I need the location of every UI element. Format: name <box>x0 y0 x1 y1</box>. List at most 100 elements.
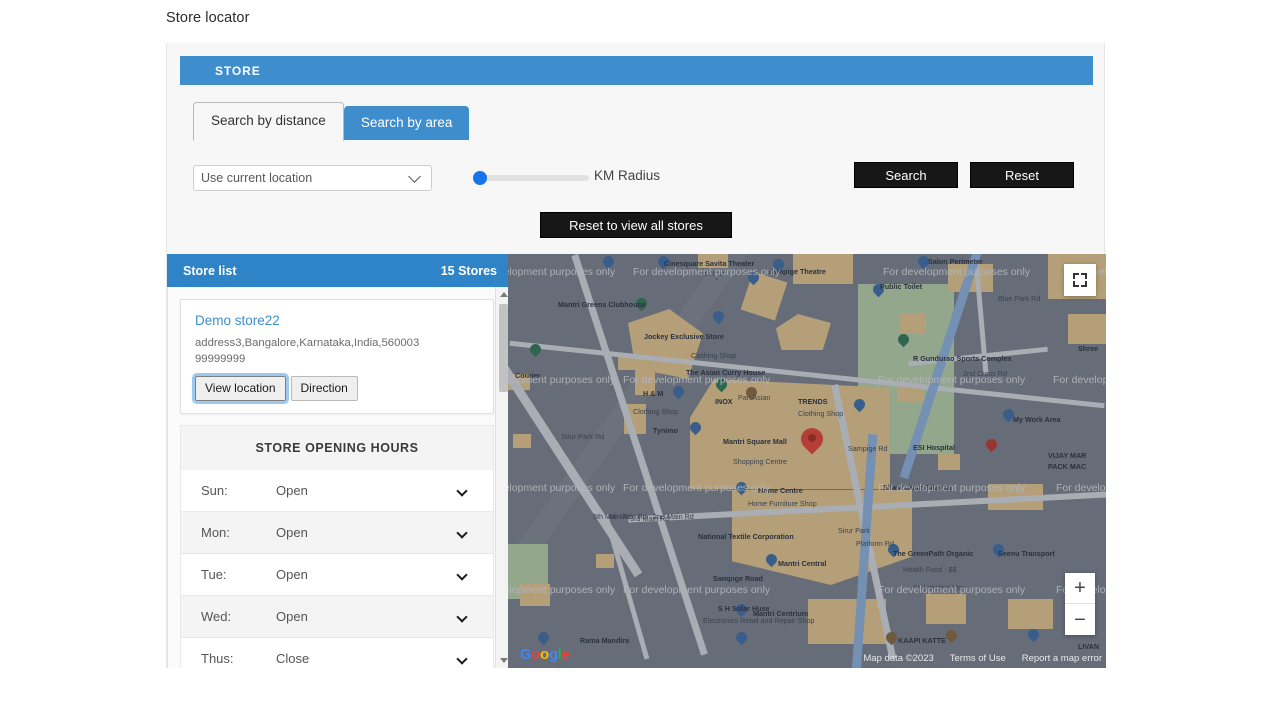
map-poi-pin[interactable] <box>530 344 541 358</box>
map-label: Rama Mandira <box>580 636 629 645</box>
store-phone: 99999999 <box>195 351 479 367</box>
hours-row[interactable]: Wed: Open <box>180 596 494 638</box>
tab-search-by-distance[interactable]: Search by distance <box>193 102 344 141</box>
fullscreen-icon[interactable] <box>1064 264 1096 296</box>
scrollbar-thumb[interactable] <box>499 304 508 392</box>
map-label: VIJAY MAR <box>1048 451 1086 460</box>
store-card-actions: View location Direction <box>195 376 479 401</box>
hours-row[interactable]: Thus: Close <box>180 638 494 668</box>
store-list-title: Store list <box>183 264 237 278</box>
map-poi-pin[interactable] <box>690 422 701 436</box>
map-watermark: For development purposes only <box>508 266 615 278</box>
map-label: R Gundurao Sports Complex <box>913 354 1012 363</box>
map-poi-pin[interactable] <box>898 334 909 348</box>
fullscreen-corner-icon <box>1073 273 1079 279</box>
slider-thumb[interactable] <box>473 171 487 185</box>
google-logo: Google <box>520 646 569 663</box>
hours-row[interactable]: Tue: Open <box>180 554 494 596</box>
store-opening-hours-list: Sun: Open Mon: Open Tue: Open <box>180 470 494 668</box>
km-radius-slider[interactable] <box>473 168 589 188</box>
map-label: Mantri Centrium <box>753 609 808 618</box>
map-poi-pin[interactable] <box>946 630 957 644</box>
map-building <box>926 594 966 624</box>
map-label: Sirur Park Rd <box>561 432 604 441</box>
map-label: KAAPI KATTE <box>898 636 946 645</box>
store-address-line: address3,Bangalore,Karnataka,India,56000… <box>195 335 479 351</box>
map-building <box>513 434 531 448</box>
tab-search-by-area[interactable]: Search by area <box>344 106 470 140</box>
map-label: INOX <box>715 397 733 406</box>
map-label: TRENDS <box>798 397 828 406</box>
map-label: Jockey Exclusive Store <box>644 332 724 341</box>
map-poi-pin[interactable] <box>713 311 724 325</box>
hours-row[interactable]: Sun: Open <box>180 470 494 512</box>
map-poi-pin[interactable] <box>736 632 747 646</box>
map-data-credit: Map data ©2023 <box>863 653 933 664</box>
map-building <box>1068 314 1106 344</box>
map-label: 5th Main Rd <box>593 512 632 521</box>
google-logo-letter: g <box>549 646 558 663</box>
map-label: Shree <box>1078 344 1098 353</box>
slider-track <box>473 175 589 181</box>
terms-of-use-link[interactable]: Terms of Use <box>950 653 1006 664</box>
store-list-body[interactable]: Demo store22 address3,Bangalore,Karnatak… <box>167 287 510 668</box>
direction-button[interactable]: Direction <box>291 376 358 401</box>
map-label: Home Furniture Shop <box>748 499 817 508</box>
map-poi-pin[interactable] <box>886 632 897 646</box>
map-label: Mantri Greens Clubhouse <box>558 300 645 309</box>
map-label: Health Food · $$ <box>903 565 957 574</box>
map-watermark: For development purposes only <box>623 584 770 596</box>
map-poi-pin[interactable] <box>854 399 865 413</box>
report-map-error-link[interactable]: Report a map error <box>1022 653 1102 664</box>
store-header-label: STORE <box>215 64 261 78</box>
tab-search-by-area-label: Search by area <box>361 115 453 130</box>
view-location-button[interactable]: View location <box>195 376 286 401</box>
map-area[interactable]: Cinesquare Savita Theaterಸಿನಿಸ್ಕ್ವೇರ್Sal… <box>508 254 1106 668</box>
google-logo-letter: o <box>531 646 540 663</box>
map-label: Clothing Shop <box>691 351 736 360</box>
store-opening-hours-title: STORE OPENING HOURS <box>180 425 494 470</box>
map-label: Mantri Central <box>778 559 826 568</box>
map-label: H & M <box>643 389 663 398</box>
map-poi-pin[interactable] <box>538 632 549 646</box>
map-poi-pin[interactable] <box>673 386 684 400</box>
reset-to-view-all-stores-button[interactable]: Reset to view all stores <box>540 212 732 238</box>
tab-search-by-distance-label: Search by distance <box>211 113 326 128</box>
map-watermark: For development purposes only <box>883 266 1030 278</box>
zoom-out-button[interactable]: − <box>1065 604 1095 635</box>
zoom-in-button[interactable]: + <box>1065 573 1095 604</box>
map-watermark: For development purposes only <box>508 584 615 596</box>
map-label: Shopping Centre <box>733 457 787 466</box>
map-label: Tynimo <box>653 426 678 435</box>
page-title: Store locator <box>166 10 250 26</box>
search-button[interactable]: Search <box>854 162 958 188</box>
scroll-down-arrow-icon[interactable] <box>500 658 508 663</box>
map-label: Public Toilet <box>880 282 922 291</box>
location-select[interactable]: Use current location <box>193 165 432 191</box>
selected-store-marker[interactable] <box>801 428 823 458</box>
hours-row[interactable]: Mon: Open <box>180 512 494 554</box>
google-logo-letter: e <box>561 646 569 663</box>
scroll-up-arrow-icon[interactable] <box>500 292 508 297</box>
store-name-link[interactable]: Demo store22 <box>195 313 479 328</box>
store-address: address3,Bangalore,Karnataka,India,56000… <box>195 335 479 367</box>
fullscreen-corner-icon <box>1081 273 1087 279</box>
google-logo-letter: o <box>540 646 549 663</box>
store-locator-panel: STORE Search by distance Search by area … <box>166 43 1105 668</box>
km-radius-label: KM Radius <box>594 168 660 183</box>
map-poi-pin[interactable] <box>1028 629 1039 643</box>
map-label: Pan Asian <box>738 393 770 402</box>
store-card[interactable]: Demo store22 address3,Bangalore,Karnatak… <box>180 299 494 414</box>
map-label: ESI Hospital <box>913 443 955 452</box>
map-canvas[interactable]: Cinesquare Savita Theaterಸಿನಿಸ್ಕ್ವೇರ್Sal… <box>508 254 1106 668</box>
map-building <box>596 554 614 568</box>
map-credits: Map data ©2023 Terms of Use Report a map… <box>863 653 1102 664</box>
fullscreen-corner-icon <box>1073 281 1079 287</box>
map-poi-pin[interactable] <box>766 554 777 568</box>
map-poi-pin[interactable] <box>986 439 997 453</box>
map-label: Blue Park Rd <box>998 294 1040 303</box>
map-watermark: For development purposes only <box>1056 482 1106 494</box>
hours-day-label: Thus: <box>181 651 276 666</box>
map-label: Mantri Square Mall <box>723 437 787 446</box>
reset-button[interactable]: Reset <box>970 162 1074 188</box>
